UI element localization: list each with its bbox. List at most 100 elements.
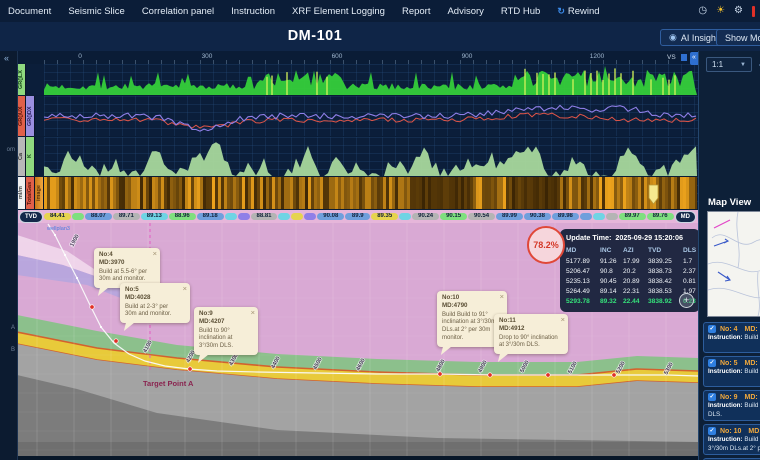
trajectory-dot (54, 234, 56, 236)
image-log-stripe (341, 177, 344, 209)
image-log-stripe (377, 177, 380, 209)
zoom-in-button[interactable]: + (679, 293, 694, 308)
settings-icon[interactable]: ⚙ (734, 6, 743, 16)
survey-point (546, 373, 550, 377)
survey-cell: 5177.89 (566, 256, 598, 266)
menu-item-label: RTD Hub (501, 6, 540, 17)
image-log-stripe (533, 177, 536, 209)
survey-cell: 90.8 (600, 266, 621, 276)
scale-select[interactable]: 1:1 ▼ (706, 57, 752, 72)
checkbox-checked[interactable]: ✓ (708, 427, 716, 435)
checkbox-checked[interactable]: ✓ (708, 393, 716, 401)
image-log-stripe (50, 177, 53, 209)
instruction-label: Instruction: (708, 368, 744, 375)
show-model-button[interactable]: Show Model (716, 29, 760, 46)
image-log-stripe (485, 177, 488, 209)
image-log-stripe (137, 177, 140, 209)
image-log-stripe (194, 177, 197, 209)
image-log-stripe (329, 177, 332, 209)
menu-item-document[interactable]: Document (8, 6, 51, 17)
image-log-stripe (461, 177, 464, 209)
menu-item-report[interactable]: Report (402, 6, 431, 17)
callout-text: Build at 5.5-6° per 30m and monitor. (99, 269, 150, 285)
image-log-stripe (557, 177, 560, 209)
instruction-card-header: ✓No: 9MD:4207 (708, 393, 760, 401)
image-log-stripe (170, 177, 173, 209)
close-icon[interactable]: × (183, 284, 187, 293)
image-log-stripe (488, 177, 491, 209)
tvd-axis-pill[interactable]: TVD (19, 211, 43, 223)
image-log-stripe (284, 177, 287, 209)
image-log-stripe (173, 177, 176, 209)
menu-item-seismic-slice[interactable]: Seismic Slice (68, 6, 125, 17)
instruction-card[interactable]: ✓No: 5MD:4028Instruction: Build at 2-3° … (703, 356, 760, 387)
image-log-stripe (695, 177, 697, 209)
instruction-card[interactable]: ✓No: 10MD:4790Instruction: Build Build t… (703, 424, 760, 455)
history-icon[interactable]: ◷ (698, 6, 707, 16)
instruction-card[interactable]: ✓No: 9MD:4207Instruction: Build to 90° i… (703, 390, 760, 421)
track-curve-label: GR()UX (17, 96, 26, 136)
survey-cell: 89.14 (600, 286, 621, 296)
survey-table: MDINCAZITVDDLS5177.8991.2617.993839.251.… (566, 245, 694, 306)
instruction-card-header: ✓No: 4MD:3970 (708, 325, 760, 333)
md-strip-chip: 89.9 (345, 213, 370, 220)
log-track-1: GR()UXGR()DX (17, 96, 698, 136)
close-icon[interactable]: × (153, 249, 157, 258)
image-log-stripe (266, 177, 269, 209)
image-log-stripe (257, 177, 260, 209)
survey-column-header: DLS (683, 245, 697, 256)
image-log-stripe (224, 177, 227, 209)
image-log-stripe (71, 177, 74, 209)
log-and-section-view: VS 03006009001200 « GR()LXGR()UXGR()DXCa… (17, 51, 698, 456)
survey-cell: 22.31 (623, 286, 646, 296)
image-log-stripe (677, 177, 680, 209)
image-log-stripe (536, 177, 539, 209)
instruction-text: Instruction: Build to 90° inclination at… (708, 402, 760, 419)
checkbox-checked[interactable]: ✓ (708, 325, 716, 333)
image-log-stripe (278, 177, 281, 209)
image-log-stripe (416, 177, 419, 209)
instruction-card-header: ✓No: 10MD:4790 (708, 427, 760, 435)
survey-cell: 5235.13 (566, 276, 598, 286)
close-icon[interactable]: × (500, 292, 504, 301)
md-axis-pill[interactable]: MD (675, 211, 696, 223)
close-icon[interactable]: × (561, 315, 565, 324)
ruler-tick-label: 0 (78, 53, 82, 60)
menu-item-instruction[interactable]: Instruction (231, 6, 275, 17)
callout-no: No:9 (199, 310, 248, 318)
menu-item-label: Correlation panel (142, 6, 214, 17)
checkbox-checked[interactable]: ✓ (708, 359, 716, 367)
md-strip-chip: 84.41 (44, 213, 71, 220)
collapse-right-panel-tab[interactable]: « (690, 52, 698, 65)
menu-item-advisory[interactable]: Advisory (447, 6, 483, 17)
image-log-stripe (599, 177, 602, 209)
close-icon[interactable]: × (251, 308, 255, 317)
map-view-canvas (707, 211, 760, 317)
image-log-stripe (242, 177, 245, 209)
collapse-left-icon[interactable]: « (0, 51, 17, 63)
track-plot-2 (44, 137, 698, 176)
trajectory-dot (64, 254, 66, 256)
image-log-stripe (149, 177, 152, 209)
image-log-stripe (578, 177, 581, 209)
survey-column-header: MD (566, 245, 598, 256)
theme-icon[interactable]: ☀ (716, 6, 725, 16)
md-strip-chip: 89.35 (371, 213, 398, 220)
image-log-stripe (128, 177, 131, 209)
image-log-stripe (644, 177, 647, 209)
image-log-stripe (539, 177, 542, 209)
image-log-stripe (281, 177, 284, 209)
menu-item-rtd-hub[interactable]: RTD Hub (501, 6, 540, 17)
image-log-stripe (122, 177, 125, 209)
instruction-no: No: 5 (720, 360, 738, 367)
menu-item-correlation-panel[interactable]: Correlation panel (142, 6, 214, 17)
menu-item-xrf-element-logging[interactable]: XRF Element Logging (292, 6, 385, 17)
instruction-card[interactable]: ✓No: 4MD:3970Instruction: Build at 5.5-6… (703, 322, 760, 353)
image-log-stripe (401, 177, 404, 209)
log-track-3: ml/mTotalGasimage (17, 177, 698, 209)
vs-axis-handle[interactable] (681, 54, 687, 61)
image-log-stripe (452, 177, 455, 209)
image-log-stripe (443, 177, 446, 209)
menu-item-rewind[interactable]: ↻Rewind (557, 6, 599, 17)
image-log-stripe (125, 177, 128, 209)
